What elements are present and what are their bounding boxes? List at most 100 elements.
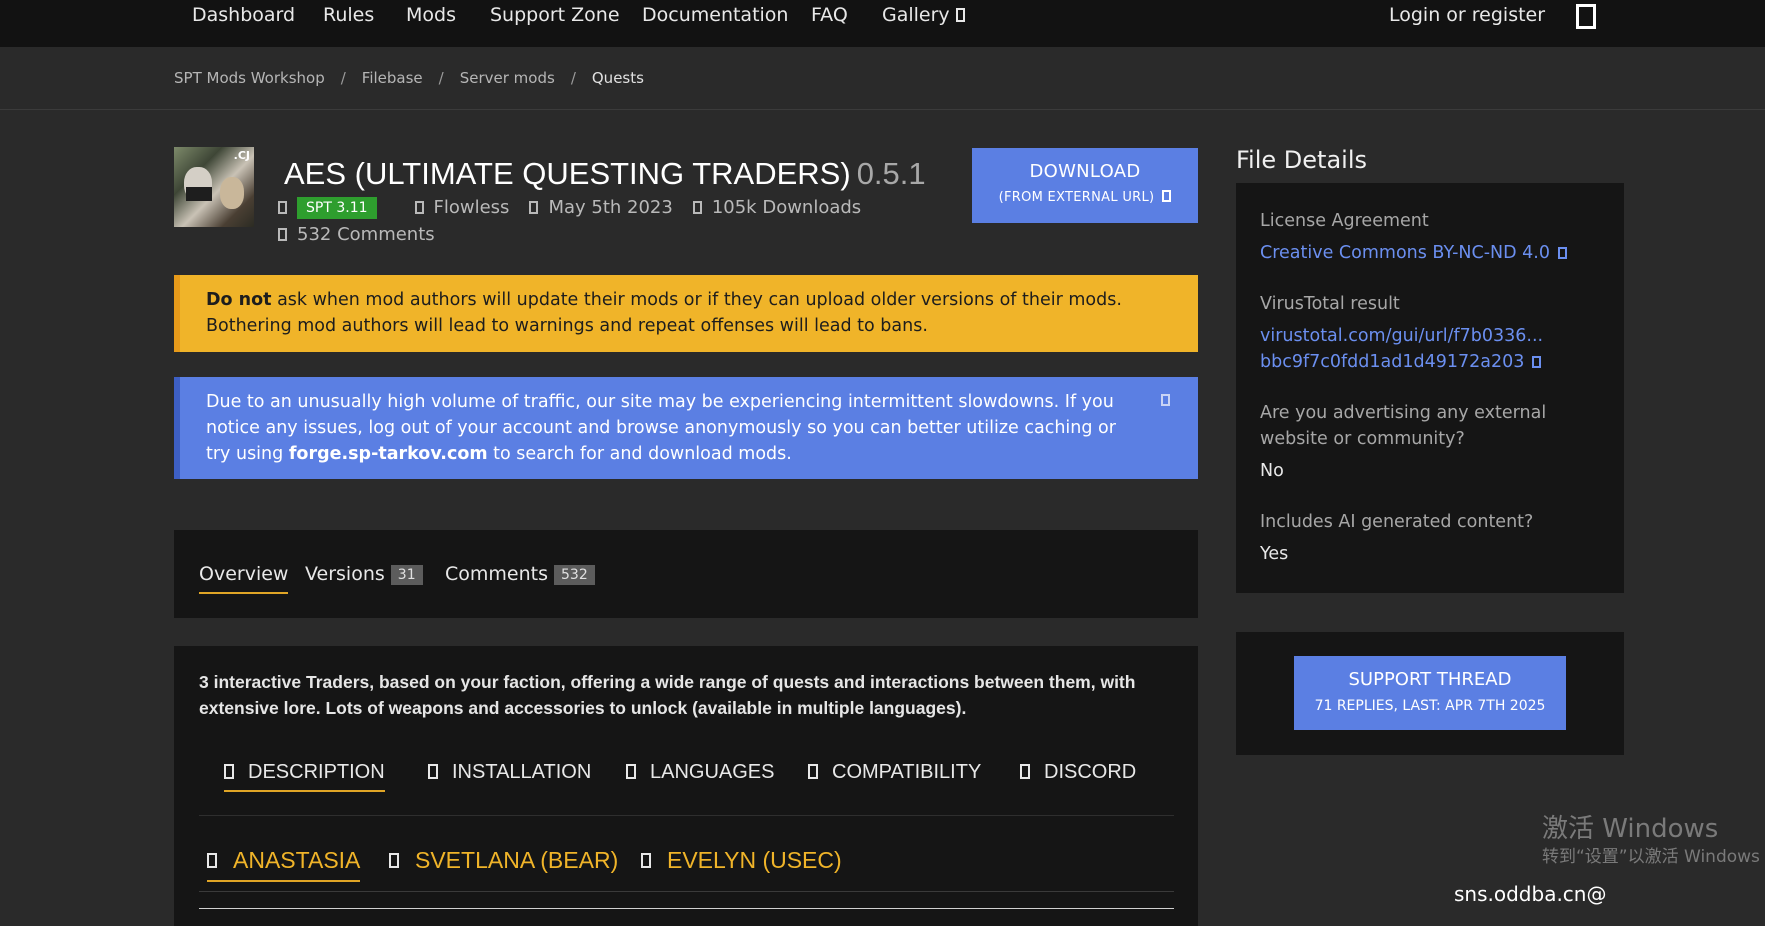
nav-dashboard[interactable]: Dashboard	[192, 4, 295, 26]
advertising-value: No	[1260, 461, 1284, 481]
mod-title: AES (ULTIMATE QUESTING TRADERS) 0.5.1	[284, 156, 926, 192]
breadcrumb-server-mods[interactable]: Server mods	[460, 69, 555, 87]
subtab-installation[interactable]: INSTALLATION	[428, 761, 591, 784]
subtab-label: LANGUAGES	[650, 761, 775, 783]
trader-content-border	[199, 908, 1174, 912]
download-label: DOWNLOAD	[1029, 161, 1141, 182]
mod-downloads: 105k Downloads	[692, 197, 862, 218]
nav-rules[interactable]: Rules	[323, 4, 374, 26]
avatar-tag: .CJ	[233, 149, 250, 162]
subtab-label: DISCORD	[1044, 761, 1137, 783]
ai-content-value: Yes	[1260, 544, 1289, 564]
clock-icon	[529, 201, 539, 214]
trader-label: SVETLANA (BEAR)	[415, 847, 619, 873]
breadcrumb-spt-workshop[interactable]: SPT Mods Workshop	[174, 69, 325, 87]
subtab-label: INSTALLATION	[452, 761, 592, 783]
breadcrumb-filebase[interactable]: Filebase	[362, 69, 423, 87]
nav-support-zone[interactable]: Support Zone	[490, 4, 620, 26]
subtab-description[interactable]: DESCRIPTION	[224, 761, 385, 792]
installation-icon	[428, 764, 438, 779]
mod-summary: 3 interactive Traders, based on your fac…	[199, 672, 1136, 718]
breadcrumb-separator: /	[570, 69, 576, 87]
trader-tabs: ANASTASIA SVETLANA (BEAR) EVELYN (USEC)	[199, 832, 1174, 892]
subtab-label: DESCRIPTION	[248, 761, 385, 783]
breadcrumb-bar: SPT Mods Workshop / Filebase / Server mods / Q…	[0, 47, 1765, 110]
breadcrumb-separator: /	[438, 69, 444, 87]
nav-documentation[interactable]: Documentation	[642, 4, 788, 26]
support-thread-button[interactable]: SUPPORT THREAD 71 REPLIES, LAST: APR 7TH…	[1294, 656, 1566, 730]
trader-icon	[641, 853, 651, 868]
tab-overview[interactable]: Overview	[199, 563, 289, 594]
ai-content-group: Includes AI generated content? Yes	[1260, 509, 1600, 567]
top-navbar: Dashboard Rules Mods Support Zone Docume…	[0, 0, 1765, 47]
comments-icon	[278, 228, 287, 241]
user-icon	[414, 201, 424, 214]
warning-alert: Do not ask when mod authors will update …	[174, 275, 1198, 352]
warning-bold: Do not	[206, 290, 272, 310]
mod-avatar: .CJ	[174, 147, 254, 227]
virustotal-group: VirusTotal result virustotal.com/gui/url…	[1260, 291, 1600, 375]
trader-tab-evelyn[interactable]: EVELYN (USEC)	[641, 847, 842, 874]
forge-link[interactable]: forge.sp-tarkov.com	[289, 444, 488, 464]
subtab-languages[interactable]: LANGUAGES	[626, 761, 774, 784]
advertising-group: Are you advertising any external website…	[1260, 400, 1600, 484]
tab-comments[interactable]: Comments 532	[445, 563, 595, 585]
download-icon	[692, 201, 702, 214]
overview-content: 3 interactive Traders, based on your fac…	[174, 646, 1198, 926]
spt-version: SPT 3.11	[278, 197, 395, 219]
mod-author[interactable]: Flowless	[414, 197, 510, 218]
versions-count-badge: 31	[390, 565, 423, 585]
nav-gallery[interactable]: Gallery	[882, 4, 965, 26]
info-tail: to search for and download mods.	[487, 444, 792, 464]
subtab-discord[interactable]: DISCORD	[1020, 761, 1136, 784]
license-value: Creative Commons BY-NC-ND 4.0	[1260, 243, 1550, 263]
trader-icon	[207, 853, 217, 868]
download-button[interactable]: DOWNLOAD (FROM EXTERNAL URL)	[972, 148, 1198, 223]
license-group: License Agreement Creative Commons BY-NC…	[1260, 208, 1600, 266]
file-details-title: File Details	[1236, 146, 1367, 174]
support-panel: SUPPORT THREAD 71 REPLIES, LAST: APR 7TH…	[1236, 632, 1624, 755]
nav-gallery-label: Gallery	[882, 4, 950, 26]
breadcrumb-quests[interactable]: Quests	[592, 69, 644, 87]
external-link-icon	[955, 8, 965, 22]
breadcrumb: SPT Mods Workshop / Filebase / Server mods / Q…	[174, 69, 644, 87]
ai-content-label: Includes AI generated content?	[1260, 512, 1534, 532]
compatibility-icon	[808, 764, 818, 779]
login-register-link[interactable]: Login or register	[1389, 4, 1545, 26]
windows-activation-hint: 转到“设置”以激活 Windows	[1542, 847, 1760, 867]
discord-icon	[1020, 764, 1030, 779]
download-sublabel-text: (FROM EXTERNAL URL)	[998, 190, 1155, 205]
trader-tab-anastasia[interactable]: ANASTASIA	[207, 847, 361, 882]
date-text: May 5th 2023	[548, 197, 673, 218]
downloads-text: 105k Downloads	[711, 197, 862, 218]
spt-version-badge: SPT 3.11	[297, 197, 377, 219]
file-details-panel: License Agreement Creative Commons BY-NC…	[1236, 183, 1624, 593]
info-alert: Due to an unusually high volume of traff…	[174, 377, 1198, 479]
author-name: Flowless	[433, 197, 510, 218]
mod-date: May 5th 2023	[529, 197, 673, 218]
license-link[interactable]: Creative Commons BY-NC-ND 4.0	[1260, 240, 1600, 266]
site-watermark: sns.oddba.cn@	[1454, 882, 1607, 906]
virustotal-link[interactable]: virustotal.com/gui/url/f7b0336... bbc9f7c…	[1260, 323, 1600, 375]
tab-label: Overview	[199, 563, 289, 585]
license-label: License Agreement	[1260, 211, 1429, 231]
support-label: SUPPORT THREAD	[1348, 669, 1512, 690]
content-subtabs: DESCRIPTION INSTALLATION LANGUAGES COMPA…	[199, 726, 1174, 816]
tab-versions[interactable]: Versions 31	[305, 563, 423, 585]
nav-mods[interactable]: Mods	[406, 4, 456, 26]
trader-tab-svetlana[interactable]: SVETLANA (BEAR)	[389, 847, 618, 874]
trader-icon	[389, 853, 399, 868]
mod-title-text: AES (ULTIMATE QUESTING TRADERS)	[284, 156, 851, 191]
mod-version: 0.5.1	[856, 156, 926, 191]
advertising-label: Are you advertising any external website…	[1260, 403, 1547, 449]
virustotal-label: VirusTotal result	[1260, 294, 1400, 314]
virustotal-line2: bbc9f7c0fdd1ad1d49172a203	[1260, 352, 1525, 372]
mod-comments-count[interactable]: 532 Comments	[278, 224, 435, 245]
user-menu-icon[interactable]	[1576, 4, 1596, 29]
subtab-label: COMPATIBILITY	[832, 761, 982, 783]
nav-faq[interactable]: FAQ	[811, 4, 848, 26]
subtab-compatibility[interactable]: COMPATIBILITY	[808, 761, 981, 784]
close-icon[interactable]	[1161, 394, 1170, 406]
languages-icon	[626, 764, 636, 779]
breadcrumb-separator: /	[340, 69, 346, 87]
